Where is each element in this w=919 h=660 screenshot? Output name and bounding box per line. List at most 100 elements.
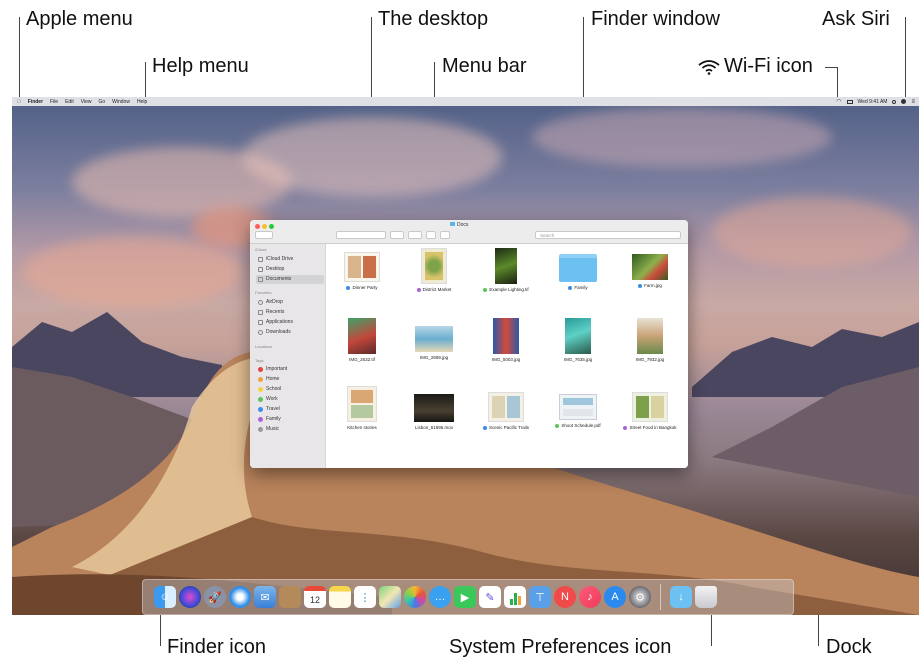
music-icon[interactable]: ♪ (579, 586, 601, 608)
file-item[interactable]: Kitchen stories (327, 386, 397, 431)
file-name: Example Lighting.tif (489, 287, 529, 292)
sidebar-item-documents[interactable]: Documents (256, 275, 324, 284)
system-preferences-icon[interactable]: ⚙ (629, 586, 651, 608)
finder-icon[interactable]: ☺ (154, 586, 176, 608)
photo-thumbnail (415, 326, 453, 352)
file-item[interactable]: Shoot Schedule.pdf (543, 394, 613, 429)
minimize-button[interactable] (262, 224, 267, 229)
file-item[interactable]: Scenic Pacific Trails (471, 392, 541, 431)
file-item[interactable]: IMG_2689.jpg (399, 326, 469, 361)
menu-bar-leader (434, 62, 435, 100)
file-item[interactable]: IMG_2632.tif (327, 318, 397, 363)
menu-item-edit[interactable]: Edit (65, 99, 74, 105)
facetime-icon[interactable]: ▶ (454, 586, 476, 608)
clock[interactable]: Wed 9:41 AM (858, 99, 888, 105)
tag-dot (623, 425, 628, 430)
sidebar-tag-travel[interactable]: Travel (256, 405, 324, 414)
wifi-icon-leader-h (825, 67, 837, 68)
sidebar-item-downloads[interactable]: Downloads (256, 328, 324, 337)
mail-icon[interactable]: ✉ (254, 586, 276, 608)
view-mode-buttons[interactable] (336, 231, 386, 239)
notification-center-icon[interactable]: ≡ (911, 99, 915, 105)
file-item[interactable]: Dinner Party (327, 252, 397, 291)
sidebar-item-airdrop[interactable]: AirDrop (256, 298, 324, 307)
launchpad-icon[interactable]: 🚀 (204, 586, 226, 608)
photos-icon[interactable] (404, 586, 426, 608)
finder-sidebar: iCloud iCloud Drive Desktop Documents Fa… (250, 244, 326, 468)
file-name: IMG_2689.jpg (419, 355, 449, 360)
reminders-icon[interactable]: ⋮ (354, 586, 376, 608)
the-desktop-callout: The desktop (378, 8, 489, 30)
zoom-button[interactable] (269, 224, 274, 229)
menu-item-file[interactable]: File (50, 99, 58, 105)
sidebar-item-applications[interactable]: Applications (256, 318, 324, 327)
menu-item-help[interactable]: Help (137, 99, 147, 105)
sidebar-header-tags: Tags (255, 358, 264, 363)
share-button[interactable] (426, 231, 436, 239)
apple-menu-leader (19, 17, 20, 99)
file-item[interactable]: IMG_5003.jpg (471, 318, 541, 363)
file-item[interactable]: Street Food in Bangkok (615, 392, 685, 431)
tag-dot (568, 285, 573, 290)
tags-button[interactable] (440, 231, 450, 239)
file-item[interactable]: IMG_7635.jpg (543, 318, 613, 363)
spotlight-icon[interactable] (892, 99, 897, 104)
finder-window[interactable]: Docs Search iCloud iCloud Drive Desktop … (250, 220, 688, 468)
messages-icon[interactable]: … (429, 586, 451, 608)
apple-menu-icon[interactable]:  (17, 99, 21, 105)
close-button[interactable] (255, 224, 260, 229)
file-item[interactable]: Family (543, 254, 613, 291)
sidebar-tag-school[interactable]: School (256, 385, 324, 394)
sidebar-item-desktop[interactable]: Desktop (256, 265, 324, 274)
action-button[interactable] (408, 231, 422, 239)
menubar-wifi-icon[interactable]: ◠ (836, 98, 841, 105)
siri-icon[interactable] (179, 586, 201, 608)
app-store-icon[interactable]: A (604, 586, 626, 608)
document-thumbnail (347, 386, 377, 422)
notes-icon[interactable] (329, 586, 351, 608)
file-item[interactable]: Farm.jpg (615, 254, 685, 289)
downloads-folder-icon[interactable]: ↓ (670, 586, 692, 608)
finder-content[interactable]: Dinner Party District Market Example Lig… (327, 244, 688, 468)
menu-item-view[interactable]: View (81, 99, 92, 105)
wifi-icon (698, 59, 720, 75)
desktop-screen[interactable]:  Finder File Edit View Go Window Help ◠… (12, 97, 919, 615)
menu-item-finder[interactable]: Finder (28, 99, 43, 105)
menu-bar-status-area: ◠ Wed 9:41 AM ≡ (836, 97, 915, 106)
keynote-icon[interactable]: ⊤ (529, 586, 551, 608)
menu-item-go[interactable]: Go (98, 99, 105, 105)
finder-window-callout: Finder window (591, 8, 720, 30)
news-icon[interactable]: N (554, 586, 576, 608)
sidebar-item-recents[interactable]: Recents (256, 308, 324, 317)
siri-menubar-icon[interactable] (901, 99, 907, 104)
numbers-icon[interactable] (504, 586, 526, 608)
dock-callout: Dock (826, 636, 872, 658)
file-name: Family (574, 285, 588, 290)
menu-bar[interactable]:  Finder File Edit View Go Window Help ◠… (12, 97, 919, 106)
contacts-icon[interactable] (279, 586, 301, 608)
sidebar-tag-work[interactable]: Work (256, 395, 324, 404)
freeform-icon[interactable]: ✎ (479, 586, 501, 608)
tag-color-dot (258, 367, 263, 372)
sidebar-item-icloud-drive[interactable]: iCloud Drive (256, 255, 324, 264)
sidebar-tag-home[interactable]: Home (256, 375, 324, 384)
safari-icon[interactable] (229, 586, 251, 608)
search-field[interactable]: Search (535, 231, 681, 239)
wifi-icon-label: Wi-Fi icon (724, 55, 813, 77)
calendar-icon[interactable]: 12 (304, 586, 326, 608)
file-item[interactable]: IMG_7932.jpg (615, 318, 685, 363)
group-button[interactable] (390, 231, 404, 239)
airplay-icon[interactable] (846, 99, 853, 104)
file-item[interactable]: Lisbon_61695.mov (399, 394, 469, 431)
trash-icon[interactable] (695, 586, 717, 608)
file-item[interactable]: Example Lighting.tif (471, 248, 541, 293)
sidebar-tag-music[interactable]: Music (256, 425, 324, 434)
maps-icon[interactable] (379, 586, 401, 608)
file-item[interactable]: District Market (399, 248, 469, 293)
back-forward-buttons[interactable] (255, 231, 273, 239)
system-preferences-icon-callout: System Preferences icon (449, 636, 672, 658)
menu-item-window[interactable]: Window (112, 99, 130, 105)
sidebar-tag-family[interactable]: Family (256, 415, 324, 424)
sidebar-tag-important[interactable]: Important (256, 365, 324, 374)
recents-icon (258, 310, 263, 315)
